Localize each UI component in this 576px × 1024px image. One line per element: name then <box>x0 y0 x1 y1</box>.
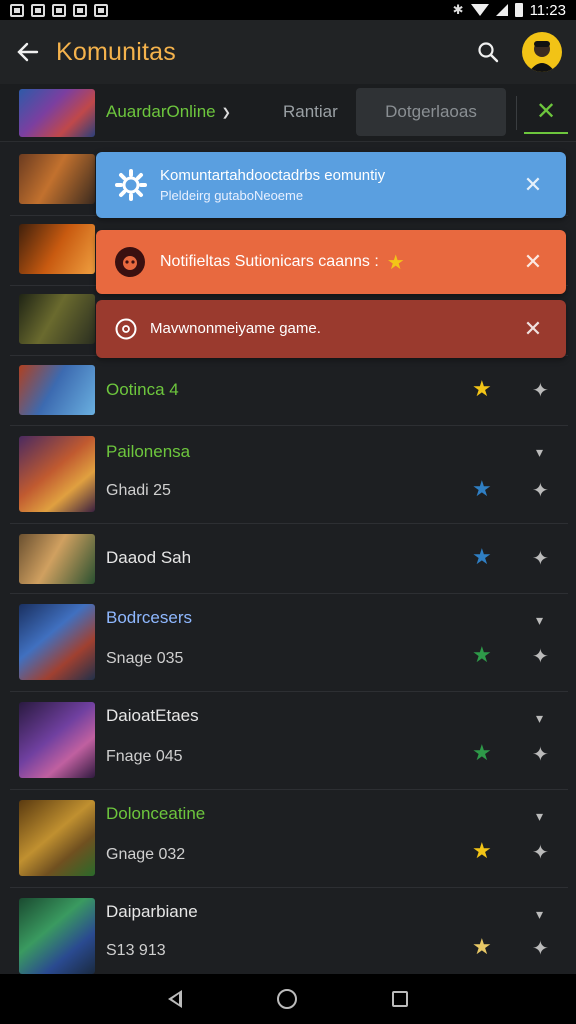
status-bar: ✱ 11:23 <box>0 0 576 20</box>
game-subtitle: S13 913 <box>106 942 166 959</box>
error-notification[interactable]: Mavwnonmeiyame game. ✕ <box>96 300 566 358</box>
star-icon[interactable]: ★ <box>472 740 492 766</box>
notification-icon <box>10 3 24 17</box>
tab-rating[interactable]: Rantiar <box>283 102 338 122</box>
divider <box>516 96 517 130</box>
nav-recents-icon[interactable] <box>392 991 409 1007</box>
star-icon[interactable]: ★ <box>472 376 492 402</box>
nav-back-icon[interactable] <box>167 990 182 1008</box>
info-circle-icon <box>115 318 137 340</box>
notification-icon <box>94 3 108 17</box>
game-thumbnail <box>19 604 95 680</box>
list-item[interactable]: DaioatEtaes Fnage 045 ▾ ★ ✦ <box>10 692 568 790</box>
wifi-icon <box>470 4 489 16</box>
nav-home-icon[interactable] <box>276 989 297 1009</box>
close-icon[interactable]: ✕ <box>518 249 548 275</box>
game-title: Dolonceatine <box>106 804 206 823</box>
avatar-face-icon <box>529 41 555 72</box>
info-notification-subtitle: Pleldeirg gutaboNeoeme <box>160 188 304 203</box>
game-thumbnail <box>19 365 95 415</box>
chevron-down-icon[interactable]: ▾ <box>536 444 543 461</box>
game-thumbnail <box>19 294 95 344</box>
game-thumbnail <box>19 224 95 274</box>
avatar[interactable] <box>522 32 562 72</box>
pin-icon[interactable]: ✦ <box>532 378 549 403</box>
info-notification[interactable]: Komuntartahdooctadrbs eomuntiy Pleldeirg… <box>96 152 566 218</box>
chevron-down-icon: ❯ <box>221 106 231 119</box>
warning-notification[interactable]: Notifieltas Sutionicars caanns : ★ ✕ <box>96 230 566 294</box>
chevron-down-icon[interactable]: ▾ <box>536 710 543 727</box>
game-thumbnail <box>19 436 95 512</box>
list-item[interactable]: Daaod Sah ★ ✦ <box>10 524 568 594</box>
game-subtitle: Fnage 045 <box>106 748 183 765</box>
game-title: Daiparbiane <box>106 902 198 921</box>
search-button[interactable] <box>462 20 514 84</box>
list-item[interactable]: Pailonensa Ghadi 25 ▾ ★ ✦ <box>10 426 568 524</box>
alert-icon <box>115 247 145 277</box>
app-bar: Komunitas <box>0 20 576 84</box>
chevron-down-icon[interactable]: ▾ <box>536 808 543 825</box>
gear-icon <box>115 169 147 201</box>
game-subtitle: Gnage 032 <box>106 846 186 863</box>
tab-game-label: Auardar​Online <box>106 102 216 121</box>
game-title: Pailonensa <box>106 442 191 461</box>
star-icon[interactable]: ★ <box>472 838 492 864</box>
game-title: Ootinca 4 <box>106 380 179 399</box>
notification-icon <box>73 3 87 17</box>
pin-icon[interactable]: ✦ <box>532 644 549 669</box>
battery-icon <box>514 3 523 17</box>
close-icon: ✕ <box>535 97 557 125</box>
tab-categories[interactable]: Dotgerlaoas <box>356 88 506 136</box>
search-icon <box>478 42 499 63</box>
bluetooth-icon: ✱ <box>452 2 464 17</box>
back-button[interactable] <box>0 20 56 84</box>
pin-icon[interactable]: ✦ <box>532 478 549 503</box>
close-icon[interactable]: ✕ <box>518 172 548 198</box>
pin-icon[interactable]: ✦ <box>532 936 549 961</box>
game-thumbnail <box>19 800 95 876</box>
page-title: Komunitas <box>56 37 176 66</box>
game-thumbnail <box>19 534 95 584</box>
star-icon[interactable]: ★ <box>472 934 492 960</box>
chevron-down-icon[interactable]: ▾ <box>536 906 543 923</box>
game-thumbnail <box>19 702 95 778</box>
back-arrow-icon <box>17 42 39 62</box>
cell-signal-icon <box>495 4 508 16</box>
game-thumbnail <box>19 154 95 204</box>
close-tab-button[interactable]: ✕ <box>524 90 568 134</box>
star-icon[interactable]: ★ <box>472 642 492 668</box>
game-title: Daaod Sah <box>106 548 192 567</box>
star-icon: ★ <box>386 251 405 274</box>
info-notification-title: Komuntartahdooctadrbs eomuntiy <box>160 167 386 184</box>
system-nav-bar <box>0 974 576 1024</box>
pin-icon[interactable]: ✦ <box>532 840 549 865</box>
game-subtitle: Snage 035 <box>106 650 184 667</box>
clock: 11:23 <box>529 1 566 19</box>
tab-game[interactable]: Auardar​Online ❯ <box>106 102 231 122</box>
game-title: Bodrcesers <box>106 608 192 627</box>
star-icon[interactable]: ★ <box>472 544 492 570</box>
list-item[interactable]: Bodrcesers Snage 035 ▾ ★ ✦ <box>10 594 568 692</box>
warning-notification-text: Notifieltas Sutionicars caanns : <box>160 253 379 270</box>
game-thumbnail <box>19 89 95 137</box>
notification-icon <box>52 3 66 17</box>
list-item[interactable]: Daiparbiane S13 913 ▾ ★ ✦ <box>10 888 568 974</box>
chevron-down-icon[interactable]: ▾ <box>536 612 543 629</box>
pin-icon[interactable]: ✦ <box>532 742 549 767</box>
list-item[interactable]: Dolonceatine Gnage 032 ▾ ★ ✦ <box>10 790 568 888</box>
pin-icon[interactable]: ✦ <box>532 546 549 571</box>
game-thumbnail <box>19 898 95 974</box>
game-subtitle: Ghadi 25 <box>106 482 171 499</box>
game-title: DaioatEtaes <box>106 706 199 725</box>
error-notification-text: Mavwnonmeiyame game. <box>150 320 321 337</box>
list-item[interactable]: Ootinca 4 ★ ✦ <box>10 356 568 426</box>
close-icon[interactable]: ✕ <box>518 316 548 342</box>
star-icon[interactable]: ★ <box>472 476 492 502</box>
tab-strip: Auardar​Online ❯ Rantiar Dotgerlaoas ✕ <box>0 84 576 142</box>
notification-icon <box>31 3 45 17</box>
